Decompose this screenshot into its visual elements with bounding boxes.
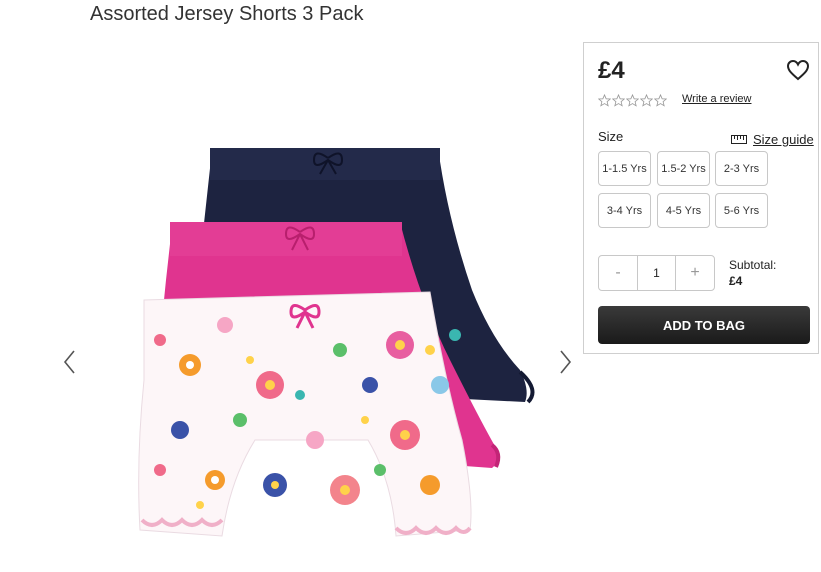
quantity-increase-button[interactable]: +	[676, 256, 714, 290]
size-option[interactable]: 2-3 Yrs	[715, 151, 768, 186]
size-guide-label: Size guide	[753, 132, 814, 147]
star-icon	[626, 94, 639, 107]
product-image	[138, 148, 535, 537]
star-icon	[654, 94, 667, 107]
chevron-left-icon[interactable]	[60, 347, 80, 377]
product-purchase-panel: £4 Write a review Size Size guide 1-1.5 …	[583, 42, 819, 354]
size-option[interactable]: 3-4 Yrs	[598, 193, 651, 228]
star-icon	[612, 94, 625, 107]
floral-shorts	[138, 291, 472, 537]
write-review-link[interactable]: Write a review	[682, 93, 751, 105]
subtotal-label: Subtotal:	[729, 258, 777, 272]
add-to-bag-button[interactable]: ADD TO BAG	[598, 306, 810, 344]
product-gallery	[60, 140, 580, 560]
heart-icon[interactable]	[786, 59, 810, 81]
size-guide-link[interactable]: Size guide	[731, 132, 814, 147]
subtotal-value: £4	[729, 274, 743, 288]
size-option[interactable]: 4-5 Yrs	[657, 193, 710, 228]
star-icon	[598, 94, 611, 107]
size-option[interactable]: 1.5-2 Yrs	[657, 151, 710, 186]
rating-stars	[598, 94, 667, 107]
size-option[interactable]: 5-6 Yrs	[715, 193, 768, 228]
star-icon	[640, 94, 653, 107]
size-label: Size	[598, 129, 624, 144]
quantity-decrease-button[interactable]: -	[599, 256, 637, 290]
price: £4	[598, 57, 625, 84]
quantity-stepper: - 1 +	[598, 255, 715, 291]
ruler-icon	[731, 135, 747, 144]
size-option[interactable]: 1-1.5 Yrs	[598, 151, 651, 186]
quantity-input[interactable]: 1	[637, 256, 676, 290]
product-title: Assorted Jersey Shorts 3 Pack	[90, 3, 364, 25]
